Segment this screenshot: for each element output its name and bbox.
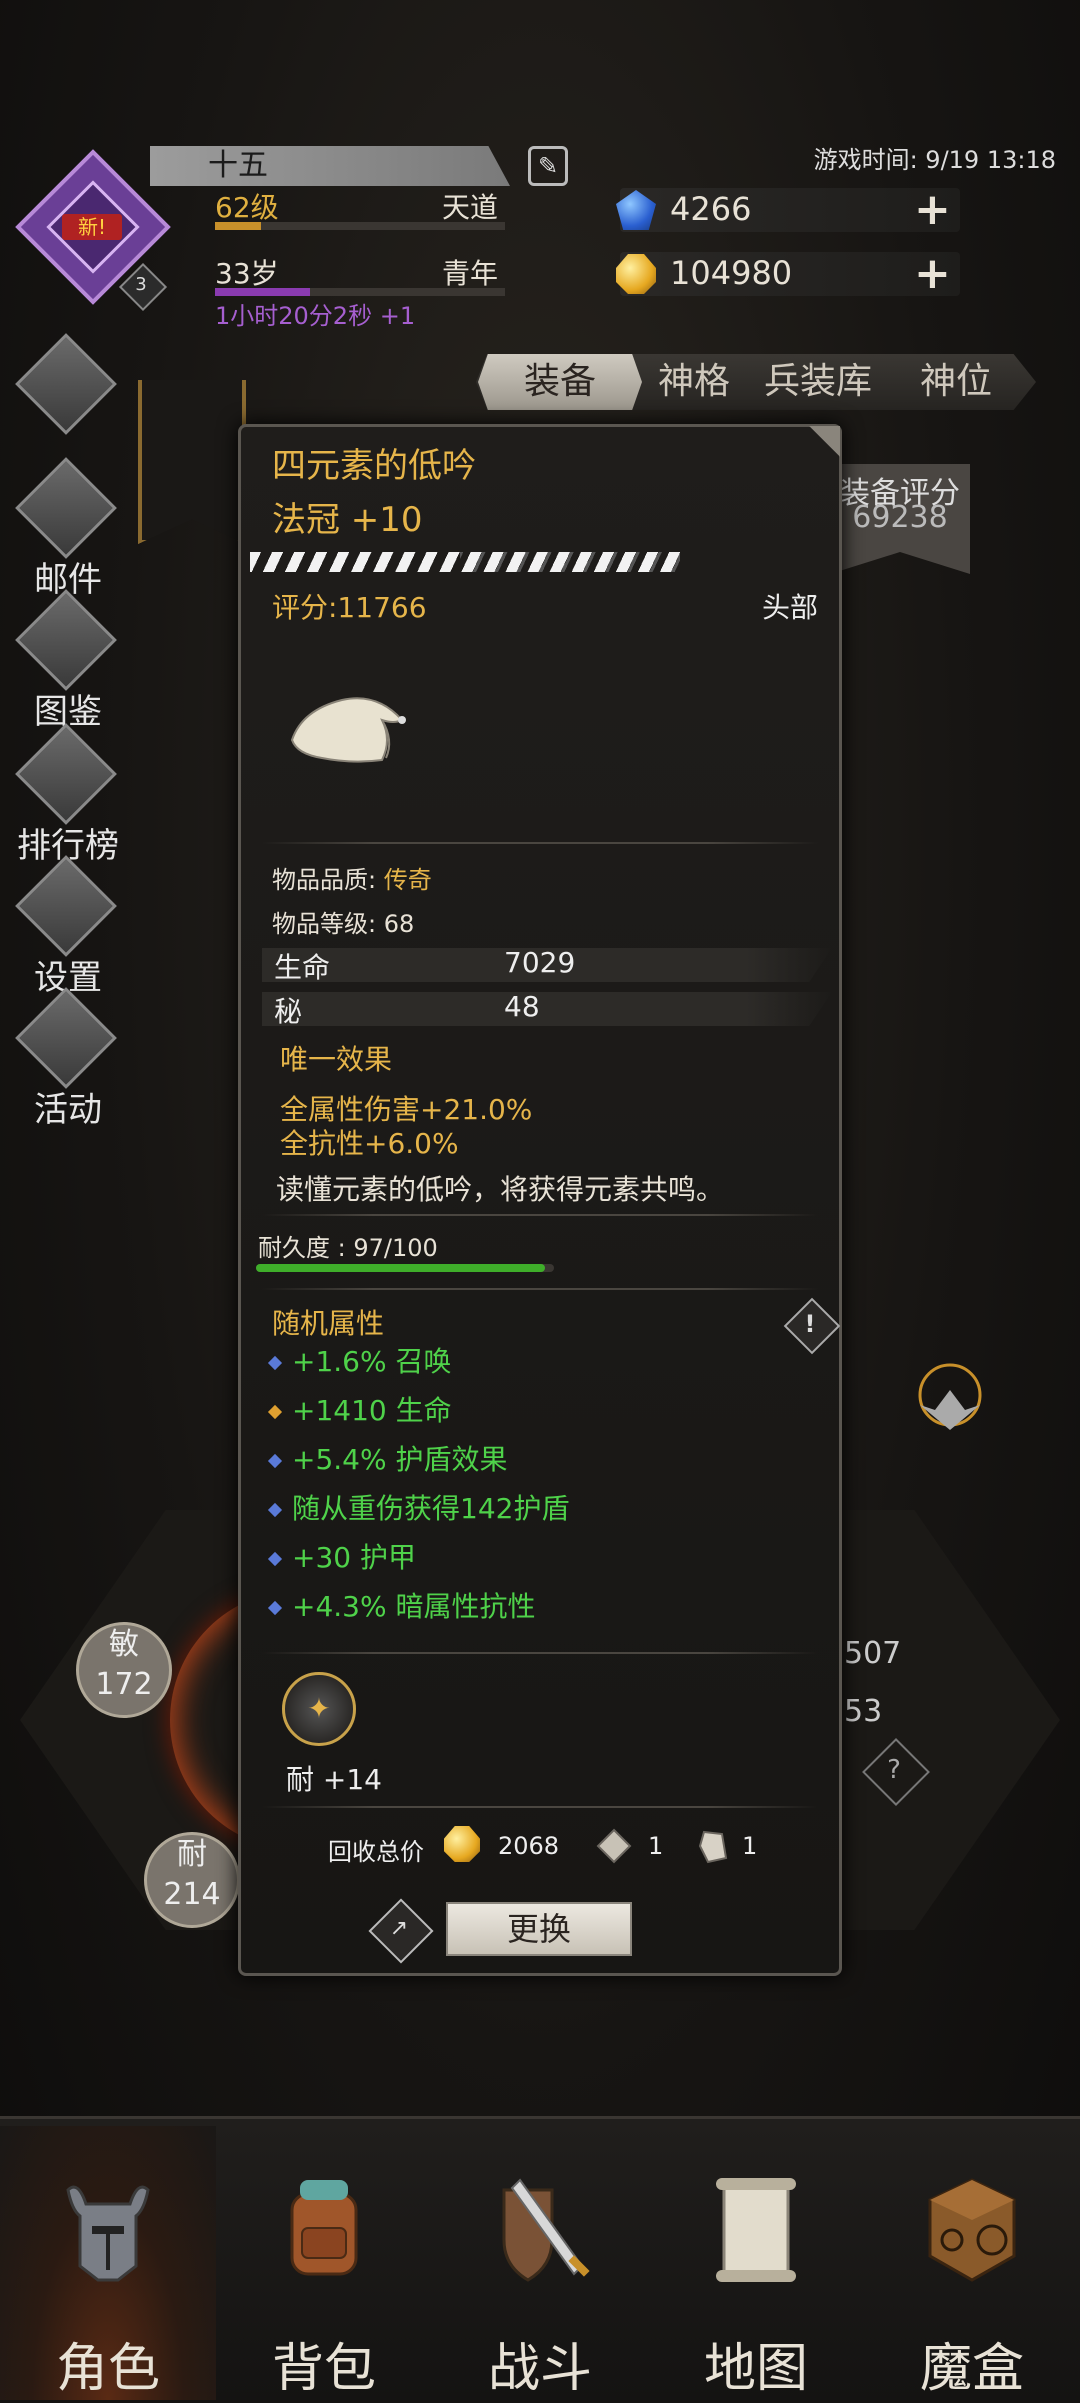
random-attributes-title: 随机属性 <box>272 1307 385 1340</box>
magic-box-icon <box>928 2178 1016 2282</box>
share-icon[interactable]: ↗ <box>378 1908 420 1950</box>
nav-map-label: 地图 <box>703 2339 808 2399</box>
nav-battle-label: 战斗 <box>487 2339 592 2399</box>
stat-life-value: 7029 <box>504 946 576 979</box>
durability-bar-fill <box>256 1264 545 1272</box>
stat-right-value-1: 507 <box>844 1636 902 1671</box>
stat-right-value-2: 53 <box>844 1694 883 1729</box>
recycle-label: 回收总价 <box>328 1838 424 1866</box>
recycle-material-1-value: 1 <box>648 1832 664 1860</box>
xp-bar-fill <box>215 222 261 230</box>
recycle-material-2-value: 1 <box>742 1832 758 1860</box>
divider <box>262 842 818 844</box>
backpack-icon <box>290 2180 358 2276</box>
sword-shield-icon <box>502 2178 590 2282</box>
nav-character-label: 角色 <box>55 2339 160 2399</box>
info-icon[interactable]: ! <box>792 1306 828 1342</box>
item-description: 读懂元素的低吟，将获得元素共鸣。 <box>276 1173 725 1206</box>
stat-life-name: 生命 <box>274 951 331 984</box>
tab-god-seat[interactable]: 神位 <box>900 354 1012 410</box>
enhance-progress-remaining <box>460 552 680 572</box>
nav-backpack[interactable]: 背包 <box>216 2126 432 2400</box>
random-attr-2: +1410 生命 <box>267 1389 452 1429</box>
equip-score-value: 69238 <box>852 500 948 535</box>
recycle-gold-value: 2068 <box>498 1832 560 1860</box>
player-level: 62级 <box>215 191 279 224</box>
stat-endurance[interactable]: 耐 214 <box>144 1832 240 1928</box>
attr-bullet-icon <box>267 1355 283 1371</box>
item-name: 四元素的低吟 <box>272 446 476 486</box>
item-quality-value: 传奇 <box>383 866 432 894</box>
stat-agility-label: 敏 <box>109 1627 139 1662</box>
random-attr-6: +4.3% 暗属性抗性 <box>267 1585 536 1625</box>
durability-label: 耐久度 : 97/100 <box>258 1234 438 1262</box>
random-attr-4: 随从重伤获得142护盾 <box>267 1487 569 1527</box>
map-scroll-icon <box>716 2178 796 2282</box>
rune-bonus: 耐 +14 <box>286 1763 382 1796</box>
attr-bullet-icon <box>267 1453 283 1469</box>
player-stage: 青年 <box>442 257 499 290</box>
new-badge: 新! <box>62 214 122 240</box>
rune-socket-icon[interactable]: ✦ <box>282 1672 356 1746</box>
divider <box>262 1288 818 1290</box>
replace-button[interactable]: 更换 <box>446 1902 632 1956</box>
attr-bullet-icon <box>267 1551 283 1567</box>
material-ore-icon <box>596 1828 632 1864</box>
attr-bullet-icon <box>267 1600 283 1616</box>
nav-character[interactable]: 角色 <box>0 2126 216 2400</box>
name-plate <box>150 146 510 186</box>
divider <box>262 1652 818 1654</box>
item-quality-label: 物品品质: <box>272 866 384 894</box>
level-badge-count: 3 <box>135 274 147 295</box>
attr-bullet-icon <box>267 1502 283 1518</box>
player-name: 十五 <box>208 148 268 183</box>
stat-arcane-name: 秘 <box>274 995 303 1028</box>
age-timer: 1小时20分2秒 +1 <box>215 302 416 330</box>
unique-effect-line-2: 全抗性+6.0% <box>280 1127 459 1160</box>
currency-blue-value: 4266 <box>670 190 752 228</box>
attr-bullet-icon <box>267 1404 283 1420</box>
random-attr-3: +5.4% 护盾效果 <box>267 1438 508 1478</box>
add-gold-gem-button[interactable]: + <box>914 252 951 296</box>
item-quality: 物品品质: 传奇 <box>272 860 432 895</box>
tab-divinity[interactable]: 神格 <box>648 354 740 410</box>
wing-emblem-icon[interactable] <box>900 1350 1000 1450</box>
menu-events-label[interactable]: 活动 <box>8 1082 128 1131</box>
divider <box>262 1806 818 1808</box>
age-bar-fill <box>215 288 310 296</box>
random-attr-1: +1.6% 召唤 <box>267 1340 452 1380</box>
help-icon[interactable]: ? <box>872 1748 916 1792</box>
stat-row-arcane <box>262 992 832 1026</box>
material-shard-icon <box>698 1830 728 1864</box>
add-blue-gem-button[interactable]: + <box>914 188 951 232</box>
nav-magic-box-label: 魔盒 <box>919 2339 1024 2399</box>
player-realm: 天道 <box>442 191 499 224</box>
nav-battle[interactable]: 战斗 <box>432 2126 648 2400</box>
unique-effect-title: 唯一效果 <box>280 1043 393 1076</box>
item-type: 法冠 +10 <box>272 500 423 540</box>
stat-endurance-label: 耐 <box>177 1837 207 1872</box>
wizard-hat-icon <box>290 697 406 763</box>
divider <box>262 1214 818 1216</box>
nav-backpack-label: 背包 <box>271 2339 376 2399</box>
tab-armory[interactable]: 兵装库 <box>754 354 882 410</box>
helmet-icon <box>66 2185 150 2282</box>
stat-endurance-value: 214 <box>163 1877 221 1912</box>
nav-magic-box[interactable]: 魔盒 <box>864 2126 1080 2400</box>
item-level: 物品等级: 68 <box>272 910 415 938</box>
stat-agility-value: 172 <box>95 1667 153 1702</box>
player-age: 33岁 <box>215 257 279 290</box>
item-slot: 头部 <box>761 591 818 624</box>
currency-gold-value: 104980 <box>670 254 793 292</box>
item-rating: 评分:11766 <box>272 591 427 624</box>
edit-icon[interactable]: ✎ <box>528 146 568 186</box>
stat-agility[interactable]: 敏 172 <box>76 1622 172 1718</box>
nav-map[interactable]: 地图 <box>648 2126 864 2400</box>
game-time: 游戏时间: 9/19 13:18 <box>813 146 1056 174</box>
stat-arcane-value: 48 <box>504 990 540 1023</box>
tab-equipment[interactable]: 装备 <box>478 354 642 410</box>
random-attr-5: +30 护甲 <box>267 1536 416 1576</box>
